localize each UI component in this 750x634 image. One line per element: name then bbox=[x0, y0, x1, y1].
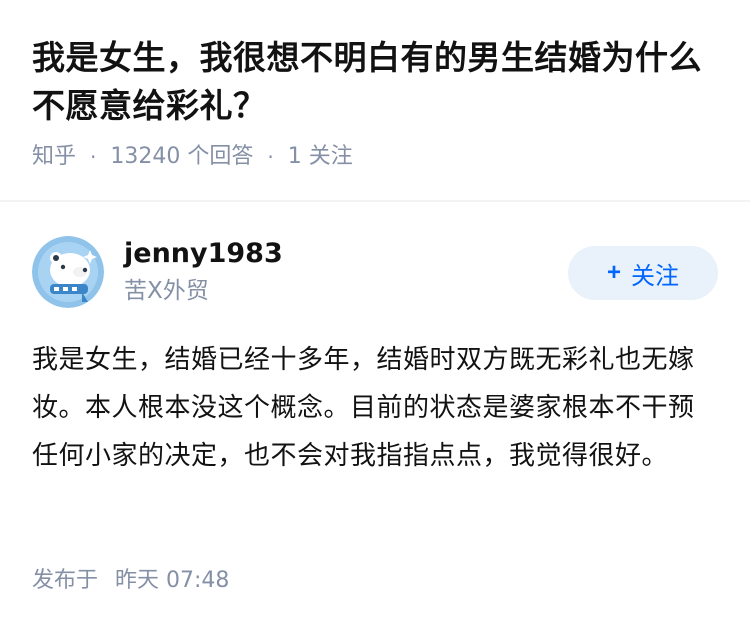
follower-count[interactable]: 1 关注 bbox=[288, 142, 353, 172]
author-info: jenny1983 苦X外贸 bbox=[124, 237, 568, 307]
answer-content[interactable]: 我是女生，结婚已经十多年，结婚时双方既无彩礼也无嫁妆。本人根本没这个概念。目前的… bbox=[32, 336, 718, 480]
published-time: 昨天 07:48 bbox=[115, 568, 230, 593]
section-divider bbox=[0, 200, 750, 202]
answer-card: jenny1983 苦X外贸 + 关注 我是女生，结婚已经十多年，结婚时双方既无… bbox=[32, 236, 718, 480]
published-label: 发布于 bbox=[32, 568, 99, 593]
author-bio: 苦X外贸 bbox=[124, 278, 209, 304]
question-title[interactable]: 我是女生，我很想不明白有的男生结婚为什么不愿意给彩礼？ bbox=[32, 34, 722, 130]
polar-bear-avatar-icon[interactable] bbox=[32, 236, 104, 308]
answer-count[interactable]: 13240 个回答 bbox=[110, 142, 253, 172]
source-label[interactable]: 知乎 bbox=[32, 142, 76, 172]
meta-separator: · bbox=[90, 145, 97, 169]
answer-timestamp: 发布于 昨天 07:48 bbox=[32, 566, 229, 596]
follow-button-label: 关注 bbox=[631, 262, 679, 290]
question-meta: 知乎 · 13240 个回答 · 1 关注 bbox=[32, 142, 722, 172]
author-name[interactable]: jenny1983 bbox=[124, 237, 568, 271]
author-row: jenny1983 苦X外贸 + 关注 bbox=[32, 236, 718, 308]
plus-icon: + bbox=[606, 259, 621, 286]
follow-button[interactable]: + 关注 bbox=[568, 246, 718, 300]
question-header: 我是女生，我很想不明白有的男生结婚为什么不愿意给彩礼？ 知乎 · 13240 个… bbox=[32, 34, 722, 172]
meta-separator: · bbox=[267, 145, 274, 169]
